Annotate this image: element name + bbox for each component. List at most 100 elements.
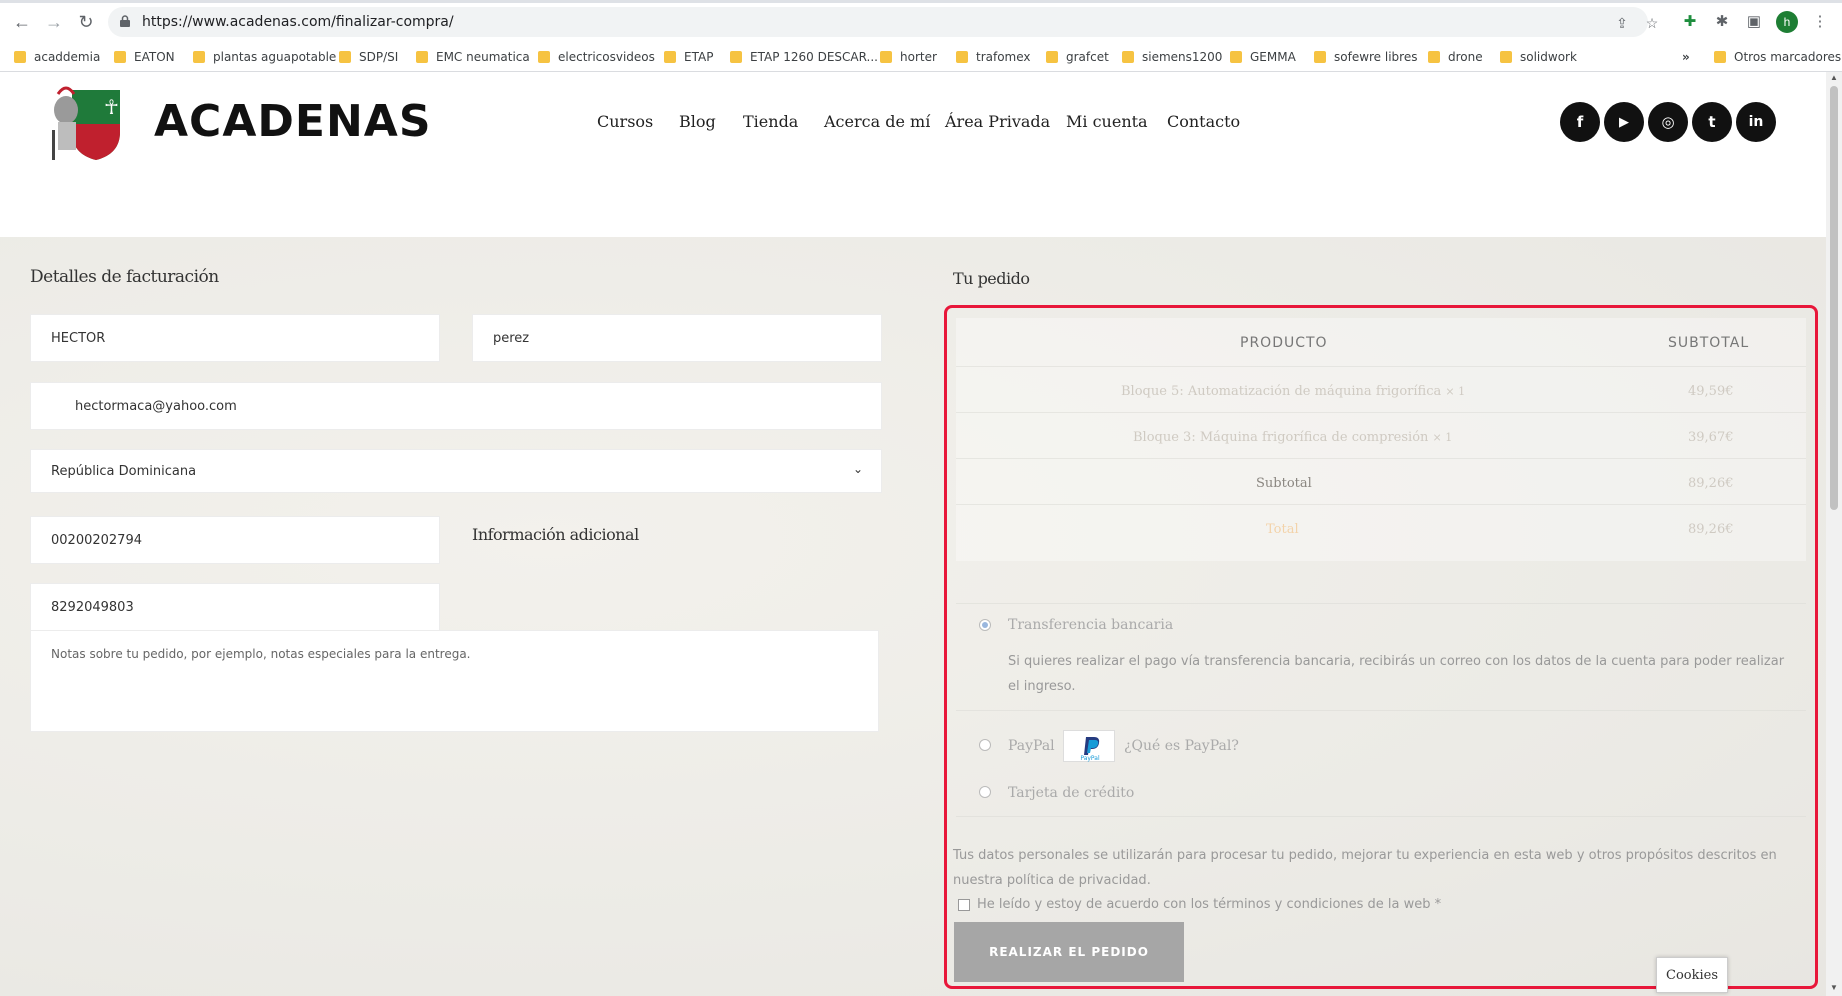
bookmark-item[interactable]: SDP/SI — [339, 47, 398, 67]
bookmark-item[interactable]: horter — [880, 47, 937, 67]
side-panel-icon[interactable]: ▣ — [1744, 12, 1764, 32]
paypal-logo: PayPal — [1063, 730, 1115, 762]
bookmark-item[interactable]: ETAP — [664, 47, 713, 67]
youtube-icon[interactable]: ▶ — [1604, 102, 1644, 142]
bookmark-item[interactable]: solidwork — [1500, 47, 1577, 67]
folder-icon — [193, 51, 205, 63]
bookmark-star-icon[interactable]: ☆ — [1644, 15, 1660, 31]
bank-transfer-radio[interactable] — [979, 619, 991, 631]
nav-blog[interactable]: Blog — [679, 112, 716, 131]
place-order-button[interactable]: REALIZAR EL PEDIDO — [954, 922, 1184, 982]
subtotal-value: 89,26€ — [1688, 476, 1734, 491]
folder-icon — [1046, 51, 1058, 63]
bookmark-item[interactable]: electricosvideos — [538, 47, 655, 67]
svg-text:☥: ☥ — [104, 95, 119, 119]
folder-icon — [1428, 51, 1440, 63]
col-subtotal-header: SUBTOTAL — [1668, 335, 1750, 351]
folder-icon — [1230, 51, 1242, 63]
bookmark-item[interactable]: acaddemia — [14, 47, 100, 67]
row-divider — [956, 412, 1806, 413]
bookmarks-bar: acaddemia EATON plantas aguapotable SDP/… — [0, 44, 1842, 70]
browser-menu-icon[interactable]: ⋮ — [1810, 12, 1830, 32]
nav-area-privada[interactable]: Área Privada — [945, 112, 1050, 131]
tax-id-field[interactable]: 00200202794 — [30, 516, 440, 564]
order-item-name: Bloque 3: Máquina frigorífica de compres… — [1133, 430, 1453, 445]
credit-card-radio[interactable] — [979, 786, 991, 798]
facebook-icon[interactable]: f — [1560, 102, 1600, 142]
last-name-field[interactable]: perez — [472, 314, 882, 362]
scrollbar-thumb[interactable] — [1830, 86, 1838, 510]
billing-title: Detalles de facturación — [30, 267, 219, 287]
folder-icon — [538, 51, 550, 63]
instagram-icon[interactable]: ◎ — [1648, 102, 1688, 142]
nav-tienda[interactable]: Tienda — [743, 112, 798, 131]
page-scrollbar[interactable]: ▲ ▼ — [1826, 72, 1842, 996]
bookmark-item[interactable]: drone — [1428, 47, 1483, 67]
cookies-button[interactable]: Cookies — [1656, 957, 1728, 993]
address-bar[interactable]: https://www.acadenas.com/finalizar-compr… — [108, 7, 1658, 37]
twitter-icon[interactable]: t — [1692, 102, 1732, 142]
row-divider — [956, 816, 1806, 817]
paypal-label[interactable]: PayPal — [1008, 738, 1055, 754]
row-divider — [956, 458, 1806, 459]
bookmark-item[interactable]: ETAP 1260 DESCAR... — [730, 47, 878, 67]
chevron-down-icon: ⌄ — [852, 462, 863, 476]
other-bookmarks[interactable]: Otros marcadores — [1714, 47, 1841, 67]
forward-icon[interactable]: → — [42, 10, 66, 34]
bank-transfer-label[interactable]: Transferencia bancaria — [1008, 617, 1173, 633]
share-icon[interactable]: ⇪ — [1614, 15, 1630, 31]
folder-icon — [339, 51, 351, 63]
bookmark-item[interactable]: grafcet — [1046, 47, 1109, 67]
first-name-field[interactable]: HECTOR — [30, 314, 440, 362]
privacy-policy-link[interactable]: política de privacidad — [1007, 873, 1147, 888]
nav-cursos[interactable]: Cursos — [597, 112, 653, 131]
row-divider — [956, 603, 1806, 604]
extensions-puzzle-icon[interactable]: ✱ — [1712, 12, 1732, 32]
nav-acerca-de-mi[interactable]: Acerca de mí — [824, 112, 930, 131]
terms-checkbox[interactable] — [958, 899, 970, 911]
linkedin-icon[interactable]: in — [1736, 102, 1776, 142]
reload-icon[interactable]: ↻ — [74, 10, 98, 34]
folder-icon — [1122, 51, 1134, 63]
total-value: 89,26€ — [1688, 522, 1734, 537]
folder-icon — [956, 51, 968, 63]
back-icon[interactable]: ← — [10, 10, 34, 34]
privacy-notice: Tus datos personales se utilizarán para … — [953, 848, 1777, 888]
phone-field[interactable]: 8292049803 — [30, 583, 440, 631]
credit-card-label[interactable]: Tarjeta de crédito — [1008, 785, 1134, 801]
scroll-up-icon[interactable]: ▲ — [1830, 74, 1838, 82]
folder-icon — [114, 51, 126, 63]
paypal-radio[interactable] — [979, 739, 991, 751]
bookmarks-overflow-button[interactable]: » — [1682, 47, 1690, 67]
bookmark-item[interactable]: trafomex — [956, 47, 1031, 67]
bookmark-item[interactable]: EMC neumatica — [416, 47, 530, 67]
email-field[interactable]: hectormaca@yahoo.com — [30, 382, 882, 430]
extension-plus-icon[interactable]: ✚ — [1680, 12, 1700, 32]
bookmark-item[interactable]: EATON — [114, 47, 175, 67]
scroll-down-icon[interactable]: ▼ — [1830, 984, 1838, 992]
bookmark-item[interactable]: sofewre libres — [1314, 47, 1417, 67]
folder-icon — [1314, 51, 1326, 63]
order-item-price: 39,67€ — [1688, 430, 1734, 445]
bookmark-item[interactable]: plantas aguapotable — [193, 47, 336, 67]
what-is-paypal-link[interactable]: ¿Qué es PayPal? — [1124, 738, 1239, 754]
order-notes-textarea[interactable]: Notas sobre tu pedido, por ejemplo, nota… — [30, 630, 879, 732]
nav-contacto[interactable]: Contacto — [1167, 112, 1240, 131]
total-label: Total — [1266, 522, 1299, 537]
profile-avatar[interactable]: h — [1776, 11, 1798, 33]
nav-mi-cuenta[interactable]: Mi cuenta — [1066, 112, 1148, 131]
browser-chrome: ← → ↻ https://www.acadenas.com/finalizar… — [0, 0, 1842, 72]
url-text[interactable]: https://www.acadenas.com/finalizar-compr… — [142, 14, 454, 30]
bookmark-item[interactable]: GEMMA — [1230, 47, 1296, 67]
col-product-header: PRODUCTO — [1240, 335, 1328, 351]
bookmark-item[interactable]: siemens1200 — [1122, 47, 1222, 67]
lock-icon — [120, 15, 130, 27]
paypal-p-icon: PayPal — [1080, 737, 1100, 762]
site-logo[interactable]: ☥ — [44, 80, 124, 160]
folder-icon — [416, 51, 428, 63]
country-select[interactable]: República Dominicana ⌄ — [30, 449, 882, 493]
site-brand[interactable]: ACADENAS — [154, 96, 432, 147]
row-divider — [956, 504, 1806, 505]
folder-icon — [1714, 51, 1726, 63]
terms-label[interactable]: He leído y estoy de acuerdo con los térm… — [977, 892, 1441, 917]
